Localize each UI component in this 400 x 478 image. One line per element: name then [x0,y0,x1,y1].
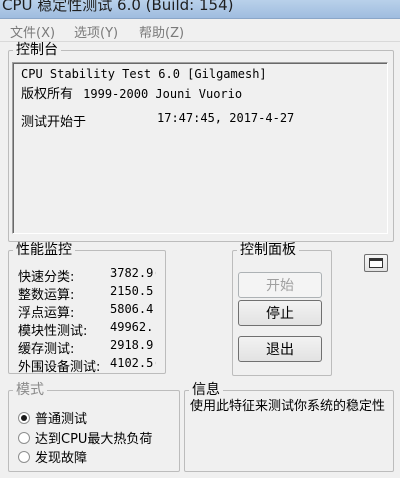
menu-file[interactable]: 文件(X) [10,22,55,41]
console-line-start: 测试开始于 17:47:45, 2017-4-27 [21,111,395,130]
console-line-product: CPU Stability Test 6.0 [Gilgamesh] [21,67,267,81]
stat-label-peripheral: 外围设备测试: [18,360,101,375]
stat-label-modularity: 模块性测试: [18,324,88,339]
mode-title: 模式 [16,382,44,398]
menu-bar: 文件(X) 选项(Y) 帮助(Z) [0,19,400,42]
stat-label-quicksort: 快速分类: [18,270,75,285]
mode-option-label: 达到CPU最大热负荷 [35,432,153,447]
stat-value-quicksort: 3782.9( [110,266,156,280]
console-panel: CPU Stability Test 6.0 [Gilgamesh] 版权所有 … [12,62,388,234]
monitor-title: 性能监控 [16,242,72,258]
copyright-label: 版权所有 [21,87,74,102]
info-text: 使用此特征来测试你系统的稳定性 [190,399,386,414]
radio-icon[interactable] [18,451,30,463]
exit-button[interactable]: 退出 [238,336,322,362]
stat-label-cache: 缓存测试: [18,342,75,357]
info-group: 信息 [184,382,394,472]
mode-option-fault[interactable]: 发现故障 [18,447,87,466]
info-title: 信息 [192,382,220,398]
start-time-label: 测试开始于 [21,115,87,130]
copyright-value: 1999-2000 Jouni Vuorio [83,87,243,101]
menu-help[interactable]: 帮助(Z) [139,22,184,41]
stat-value-peripheral: 4102.5( [110,356,156,370]
stop-button[interactable]: 停止 [238,300,322,326]
radio-icon[interactable] [18,432,30,444]
monitor-list: 快速分类: 3782.9( 整数运算: 2150.5· 浮点运算: 5806.4… [18,266,158,375]
control-title: 控制面板 [240,242,296,258]
stat-label-integer: 整数运算: [18,288,75,303]
stat-label-float: 浮点运算: [18,306,75,321]
window-icon [369,258,383,268]
radio-selected-icon[interactable] [18,412,30,424]
mode-option-normal[interactable]: 普通测试 [18,408,87,427]
start-button[interactable]: 开始 [238,272,322,298]
stat-value-modularity: 49962.! [110,320,156,334]
mode-option-label: 普通测试 [35,412,88,427]
stat-value-float: 5806.4! [110,302,156,316]
console-line-copyright: 版权所有 1999-2000 Jouni Vuorio [21,83,395,102]
mode-option-label: 发现故障 [35,451,88,466]
mode-option-max-heat[interactable]: 达到CPU最大热负荷 [18,428,152,447]
menu-options[interactable]: 选项(Y) [74,22,118,41]
stat-value-cache: 2918.9: [110,338,156,352]
stat-value-integer: 2150.5· [110,284,156,298]
start-time-value: 17:47:45, 2017-4-27 [157,111,295,125]
console-title: 控制台 [16,42,58,58]
title-bar: CPU 稳定性测试 6.0 (Build: 154) [0,0,400,19]
window-title: CPU 稳定性测试 6.0 (Build: 154) [2,0,234,14]
minimize-to-tray-button[interactable] [364,254,388,272]
